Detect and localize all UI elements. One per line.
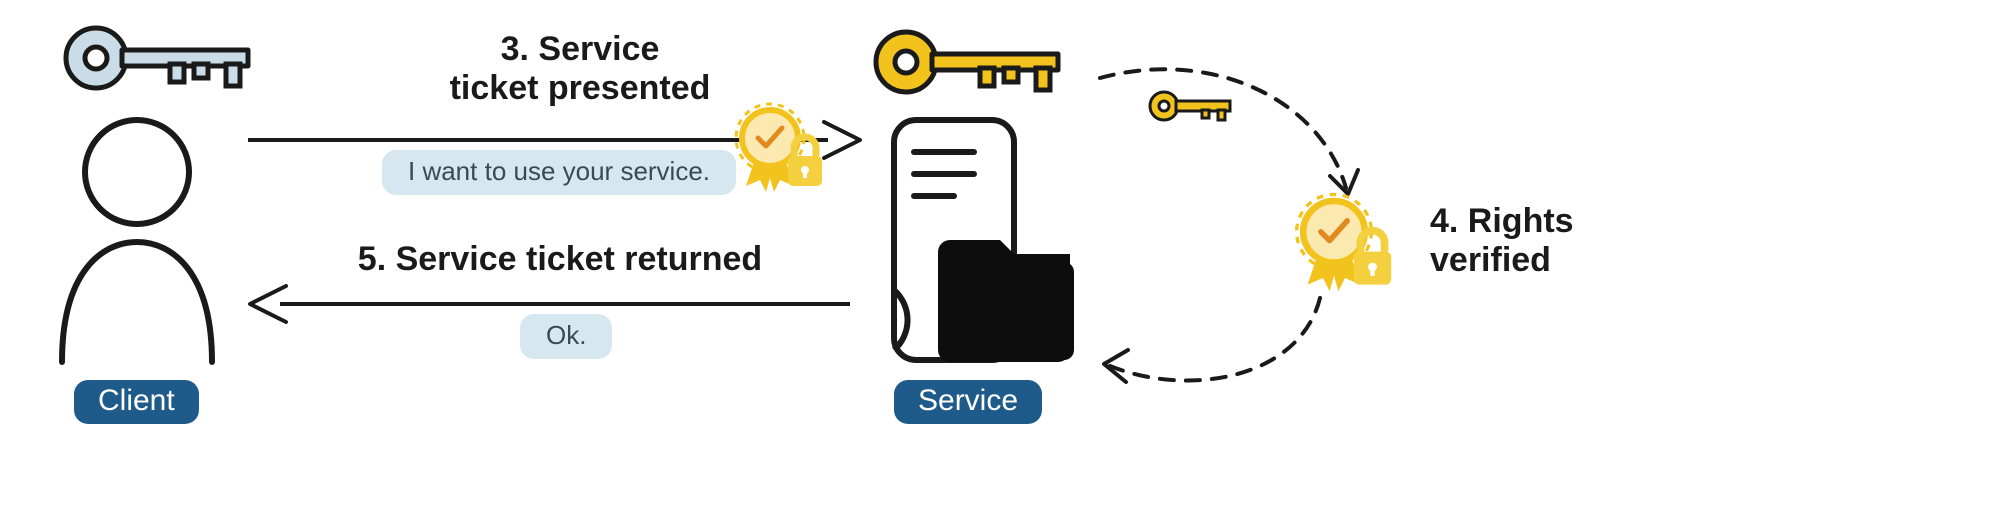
step-3-title: 3. Service ticket presented [380,30,780,108]
arrow-5-head [244,282,290,326]
step-3-bubble: I want to use your service. [382,150,736,195]
dashed-arc-bottom [1080,288,1340,408]
step-4-line1: 4. Rights [1430,202,1574,240]
service-label-badge: Service [894,380,1042,424]
ticket-badge-right [1290,190,1400,300]
step-4-title: 4. Rights verified [1430,202,1630,280]
client-label-badge: Client [74,380,199,424]
client-key-icon [60,18,260,98]
step-3-line1: 3. Service [501,30,660,68]
person-icon [42,112,232,372]
ticket-badge-on-arrow [730,100,830,200]
arrow-5-line [280,302,850,306]
server-folder-icon [880,110,1080,370]
service-key-icon [870,22,1070,102]
step-3-line2: ticket presented [450,69,711,107]
step-4-line2: verified [1430,241,1551,279]
step-5-bubble: Ok. [520,314,612,359]
step-5-title: 5. Service ticket returned [300,240,820,279]
